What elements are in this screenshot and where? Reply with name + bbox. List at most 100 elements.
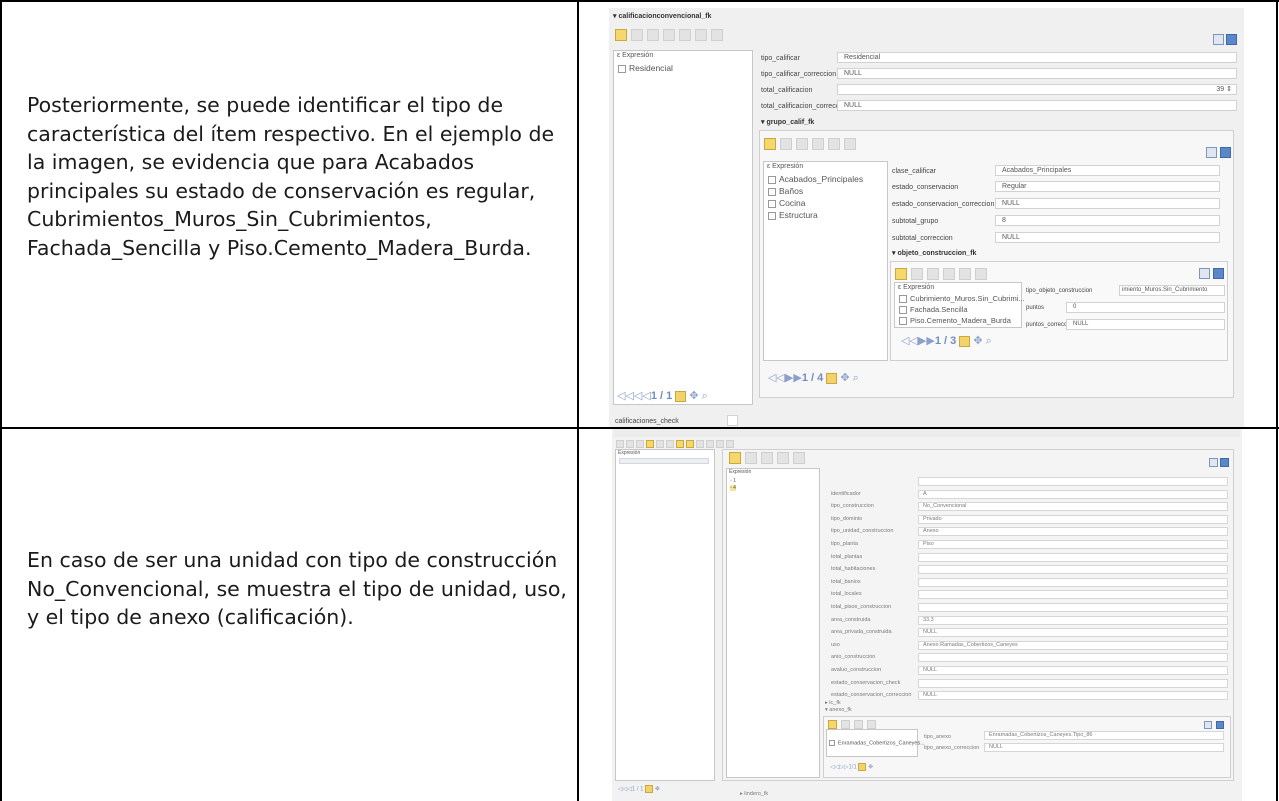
- objects-filter-label[interactable]: ε Expresión: [898, 284, 934, 291]
- objects-navigation[interactable]: ◁◁▶▶1 / 3 ✥ ⌕: [901, 334, 992, 348]
- group-save-button[interactable]: [780, 137, 792, 150]
- objects-delete-button[interactable]: [959, 267, 971, 280]
- add-feature-button[interactable]: [663, 28, 675, 41]
- list-item[interactable]: Acabados_Principales: [768, 174, 863, 184]
- toggle-edit-button[interactable]: [615, 28, 627, 41]
- field-value[interactable]: [918, 552, 1228, 562]
- field-value[interactable]: NULL: [995, 232, 1220, 243]
- outer-list-item[interactable]: [619, 458, 709, 464]
- group-delete-button[interactable]: [828, 137, 840, 150]
- field-value[interactable]: NULL: [918, 628, 1228, 638]
- field-value[interactable]: Acabados_Principales: [995, 165, 1220, 176]
- main-navigation[interactable]: ◁◁◁◁1 / 1 ✥ ⌕: [617, 389, 708, 403]
- field-value[interactable]: NULL: [995, 198, 1220, 209]
- anexo-add-button[interactable]: [854, 720, 863, 729]
- delete-feature-button[interactable]: [679, 28, 691, 41]
- field-value[interactable]: No_Convencional: [918, 502, 1228, 512]
- objects-save-button[interactable]: [911, 267, 923, 280]
- link-button[interactable]: [695, 28, 707, 41]
- objects-link-button[interactable]: [975, 267, 987, 280]
- field-value[interactable]: Regular: [995, 181, 1220, 192]
- inner-filter-label[interactable]: Expresión: [729, 469, 751, 475]
- reload-button[interactable]: [647, 28, 659, 41]
- group-link-button[interactable]: [844, 137, 856, 150]
- table-view-icon[interactable]: [1226, 34, 1237, 45]
- inner-add-button[interactable]: [761, 451, 773, 464]
- field-value[interactable]: [918, 603, 1228, 612]
- field-label: tipo_calificar: [761, 55, 800, 62]
- form-view-icon[interactable]: [1213, 34, 1224, 45]
- field-value[interactable]: NULL: [1066, 319, 1225, 330]
- list-item[interactable]: Enramadas_Cobertizos_Caneyes...: [829, 740, 925, 746]
- field-value[interactable]: [918, 477, 1228, 486]
- inner-delete-button[interactable]: [777, 451, 789, 464]
- field-value[interactable]: [918, 565, 1228, 575]
- field-value[interactable]: 8: [995, 215, 1220, 226]
- group-filter-label[interactable]: ε Expresión: [767, 163, 803, 170]
- inner-toolbar: [729, 451, 805, 464]
- objects-table-view-icon[interactable]: [1213, 268, 1224, 279]
- field-value[interactable]: NULL: [984, 743, 1224, 752]
- group-add-button[interactable]: [812, 137, 824, 150]
- inner-form-view-icon[interactable]: [1209, 458, 1218, 467]
- field-value[interactable]: Residencial: [837, 52, 1237, 63]
- group-edit-button[interactable]: [764, 137, 776, 150]
- objects-form-view-icon[interactable]: [1199, 268, 1210, 279]
- list-item[interactable]: Residencial: [618, 63, 673, 73]
- field-value[interactable]: Privado: [918, 514, 1228, 524]
- list-item[interactable]: Cubrimiento_Muros.Sin_Cubrimi...: [899, 294, 1025, 304]
- field-value[interactable]: Anexo.Ramadas_Cobertizos_Caneyes: [918, 640, 1228, 650]
- list-item[interactable]: ▫ 1: [730, 478, 736, 484]
- field-value[interactable]: [918, 577, 1228, 587]
- objects-reload-button[interactable]: [927, 267, 939, 280]
- field-value[interactable]: [918, 678, 1228, 688]
- anexo-edit-button[interactable]: [828, 720, 837, 729]
- field-label: total_habitaciones: [831, 566, 876, 573]
- list-item[interactable]: Piso.Cemento_Madera_Burda: [899, 316, 1011, 326]
- field-value[interactable]: 33,3: [918, 615, 1228, 625]
- unlink-button[interactable]: [711, 28, 723, 41]
- field-value[interactable]: imiento_Muros.Sin_Cubrimiento: [1119, 285, 1225, 296]
- field-value[interactable]: NULL: [837, 100, 1237, 111]
- field-value[interactable]: NULL: [837, 68, 1237, 79]
- inner-table-view-icon[interactable]: [1220, 458, 1229, 467]
- field-value[interactable]: Piso: [918, 540, 1228, 549]
- anexo-form-view-icon[interactable]: [1204, 721, 1212, 729]
- spin-field[interactable]: 39 ⇕: [837, 84, 1237, 95]
- list-item[interactable]: ▫ 4: [730, 485, 736, 491]
- objects-add-button[interactable]: [943, 267, 955, 280]
- outer-filter-label[interactable]: Expresión: [618, 450, 640, 456]
- list-item[interactable]: Cocina: [768, 198, 805, 208]
- field-value[interactable]: Anexo: [918, 527, 1228, 537]
- group-form-view-icon[interactable]: [1206, 147, 1217, 158]
- fk-label: ▸ lc_fk: [825, 700, 841, 706]
- anexo-table-view-icon[interactable]: [1216, 721, 1224, 729]
- group-navigation[interactable]: ◁◁▶▶1 / 4 ✥ ⌕: [768, 371, 859, 385]
- list-item[interactable]: Baños: [768, 186, 803, 196]
- outer-navigation[interactable]: ◁◁◁1 / 1 ✥: [618, 785, 660, 793]
- list-item[interactable]: Estructura: [768, 210, 818, 220]
- anexo-save-button[interactable]: [841, 720, 850, 729]
- field-value[interactable]: Enramadas_Cobertizos_Caneyes.Tipo_86: [984, 731, 1224, 740]
- field-value[interactable]: 0: [1066, 302, 1225, 313]
- anexo-navigation[interactable]: ◁◁▷▷1/1 ✥: [830, 763, 873, 771]
- inner-link-button[interactable]: [793, 451, 805, 464]
- checkbox-field[interactable]: [727, 415, 738, 426]
- field-label: total_banios: [831, 578, 861, 585]
- objects-edit-button[interactable]: [895, 267, 907, 280]
- field-value[interactable]: [918, 590, 1228, 600]
- inner-edit-button[interactable]: [729, 451, 741, 464]
- document-table: Posteriormente, se puede identificar el …: [0, 0, 1279, 801]
- filter-label[interactable]: ε Expresión: [617, 52, 653, 59]
- field-label: clase_calificar: [892, 168, 936, 175]
- anexo-delete-button[interactable]: [867, 720, 876, 729]
- group-table-view-icon[interactable]: [1220, 147, 1231, 158]
- list-item[interactable]: Fachada.Sencilla: [899, 305, 968, 315]
- field-value[interactable]: NULL: [918, 691, 1228, 701]
- field-value[interactable]: A: [918, 489, 1228, 499]
- field-value[interactable]: NULL: [918, 666, 1228, 675]
- field-value[interactable]: [918, 653, 1228, 663]
- group-reload-button[interactable]: [796, 137, 808, 150]
- save-button[interactable]: [631, 28, 643, 41]
- inner-save-button[interactable]: [745, 451, 757, 464]
